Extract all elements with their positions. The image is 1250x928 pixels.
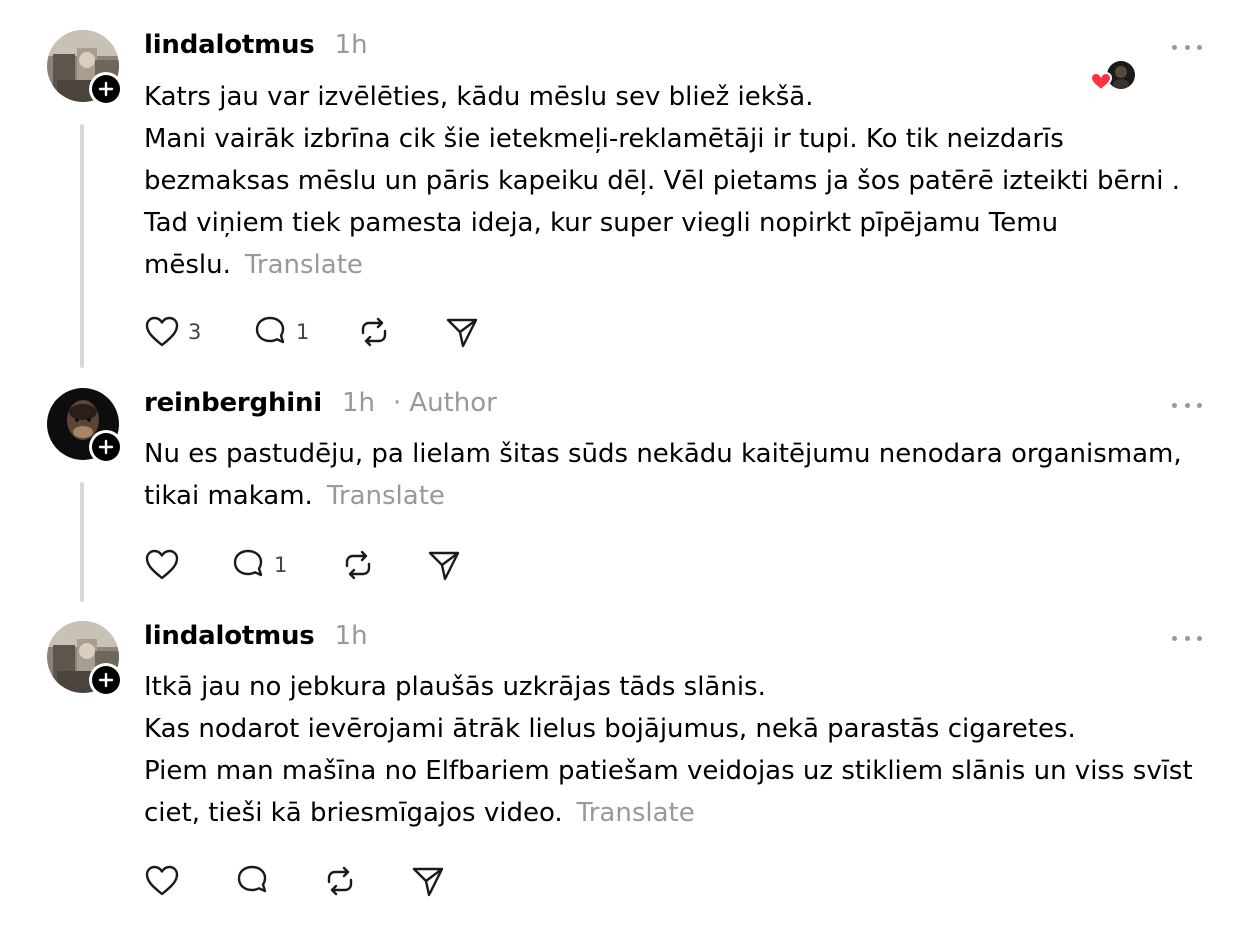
action-bar: 1	[144, 547, 486, 583]
follow-button[interactable]	[89, 663, 123, 697]
send-icon	[412, 867, 444, 897]
timestamp[interactable]: 1h	[335, 621, 368, 651]
like-count: 3	[188, 320, 202, 344]
action-bar: 3 1	[144, 314, 504, 350]
reply-button[interactable]	[234, 864, 322, 898]
share-button[interactable]	[444, 315, 504, 349]
comment-icon	[233, 549, 263, 577]
repost-icon	[361, 317, 387, 347]
plus-icon	[98, 672, 114, 688]
translate-link[interactable]: Translate	[245, 250, 363, 280]
share-button[interactable]	[410, 864, 470, 898]
post-header: reinberghini 1h · Author	[144, 388, 497, 418]
repost-button[interactable]	[340, 548, 426, 582]
more-icon-dot	[1184, 44, 1190, 50]
more-options-button[interactable]	[1172, 400, 1202, 410]
repost-icon	[345, 550, 371, 580]
action-bar	[144, 863, 470, 899]
post-paragraph: Nu es pastudēju, pa lielam šitas sūds ne…	[144, 433, 1204, 517]
timestamp[interactable]: 1h	[335, 30, 368, 60]
separator: ·	[393, 388, 402, 418]
more-icon-dot	[1197, 635, 1202, 641]
post-body: Itkā jau no jebkura plaušās uzkrājas tād…	[144, 666, 1204, 834]
more-icon-dot	[1197, 402, 1202, 408]
translate-link[interactable]: Translate	[577, 798, 695, 828]
heart-icon	[145, 549, 179, 580]
post-paragraph: Katrs jau var izvēlēties, kādu mēslu sev…	[144, 82, 814, 112]
post-paragraph: Piem man mašīna no Elfbariem patiešam ve…	[144, 750, 1204, 834]
thread-line	[80, 124, 84, 368]
post-paragraph: Itkā jau no jebkura plaušās uzkrājas tād…	[144, 672, 766, 702]
follow-button[interactable]	[89, 72, 123, 106]
comment-icon	[255, 316, 285, 344]
reply-button[interactable]: 1	[252, 315, 356, 349]
author-label: Author	[409, 388, 497, 418]
post-header: lindalotmus 1h	[144, 621, 368, 651]
comment-icon	[237, 865, 267, 893]
reply-count: 1	[296, 320, 310, 344]
plus-icon	[98, 439, 114, 455]
repost-button[interactable]	[356, 315, 444, 349]
username[interactable]: reinberghini	[144, 388, 322, 418]
post-paragraph-text: Nu es pastudēju, pa lielam šitas sūds ne…	[144, 439, 1182, 511]
plus-icon	[98, 81, 114, 97]
post-paragraph: Kas nodarot ievērojami ātrāk lielus bojā…	[144, 714, 1076, 744]
timestamp[interactable]: 1h	[342, 388, 375, 418]
heart-icon	[145, 316, 179, 347]
translate-link[interactable]: Translate	[327, 481, 445, 511]
more-icon-dot	[1184, 635, 1190, 641]
thread-line	[80, 482, 84, 602]
more-icon-dot	[1197, 44, 1202, 50]
follow-button[interactable]	[89, 430, 123, 464]
username[interactable]: lindalotmus	[144, 30, 315, 60]
avatar-container	[47, 30, 123, 106]
more-icon	[1172, 402, 1177, 408]
more-icon	[1172, 635, 1177, 641]
more-icon-dot	[1184, 402, 1190, 408]
avatar-container	[47, 621, 123, 697]
username[interactable]: lindalotmus	[144, 621, 315, 651]
like-button[interactable]	[144, 548, 230, 582]
like-button[interactable]	[144, 864, 234, 898]
post-header: lindalotmus 1h	[144, 30, 368, 60]
share-button[interactable]	[426, 548, 486, 582]
more-icon	[1172, 44, 1177, 50]
more-options-button[interactable]	[1172, 42, 1202, 52]
like-button[interactable]: 3	[144, 315, 252, 349]
reply-button[interactable]: 1	[230, 548, 340, 582]
send-icon	[428, 551, 460, 581]
post-body: Nu es pastudēju, pa lielam šitas sūds ne…	[144, 433, 1204, 517]
send-icon	[446, 318, 478, 348]
heart-icon	[145, 865, 179, 896]
more-options-button[interactable]	[1172, 633, 1202, 643]
post-paragraph: Mani vairāk izbrīna cik šie ietekmeļi-re…	[144, 118, 1204, 286]
avatar-container	[47, 388, 123, 464]
post-body: Katrs jau var izvēlēties, kādu mēslu sev…	[144, 76, 1204, 286]
repost-icon	[327, 866, 353, 896]
repost-button[interactable]	[322, 864, 410, 898]
reply-count: 1	[274, 553, 288, 577]
